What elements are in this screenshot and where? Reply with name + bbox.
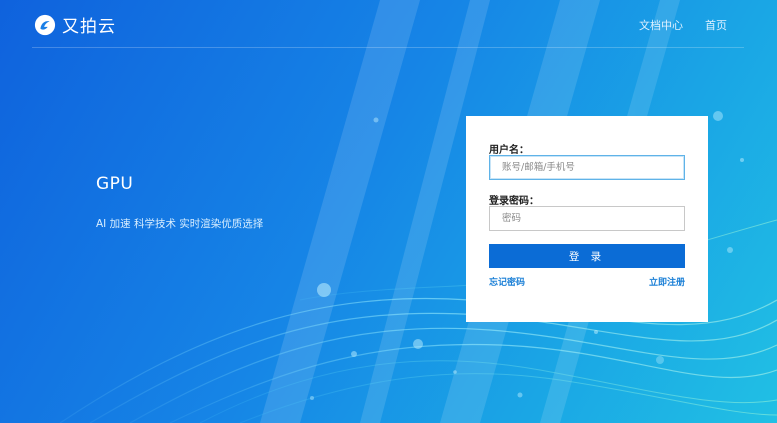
brand-name: 又拍云 [62, 17, 116, 37]
username-input[interactable] [489, 155, 685, 180]
username-label: 用户名： [489, 145, 529, 156]
nav-home-link[interactable]: 首页 [705, 17, 727, 33]
password-input[interactable] [489, 206, 685, 231]
brand-logo[interactable]: 又拍云 [34, 12, 116, 37]
register-link[interactable]: 立即注册 [649, 275, 685, 288]
forgot-password-link[interactable]: 忘记密码 [489, 275, 525, 288]
login-button[interactable]: 登 录 [489, 244, 685, 268]
top-header: 又拍云 文档中心 首页 [0, 0, 777, 48]
upyun-logo-icon [34, 14, 56, 35]
top-nav: 文档中心 首页 [639, 17, 727, 33]
password-label: 登录密码： [489, 196, 539, 207]
login-card: 用户名： 登录密码： 登 录 忘记密码 立即注册 [466, 116, 708, 322]
hero-subtitle: AI 加速 科学技术 实时渲染优质选择 [96, 218, 264, 230]
header-divider [32, 47, 744, 48]
hero-title: GPU [96, 174, 134, 194]
nav-docs-link[interactable]: 文档中心 [639, 17, 683, 33]
